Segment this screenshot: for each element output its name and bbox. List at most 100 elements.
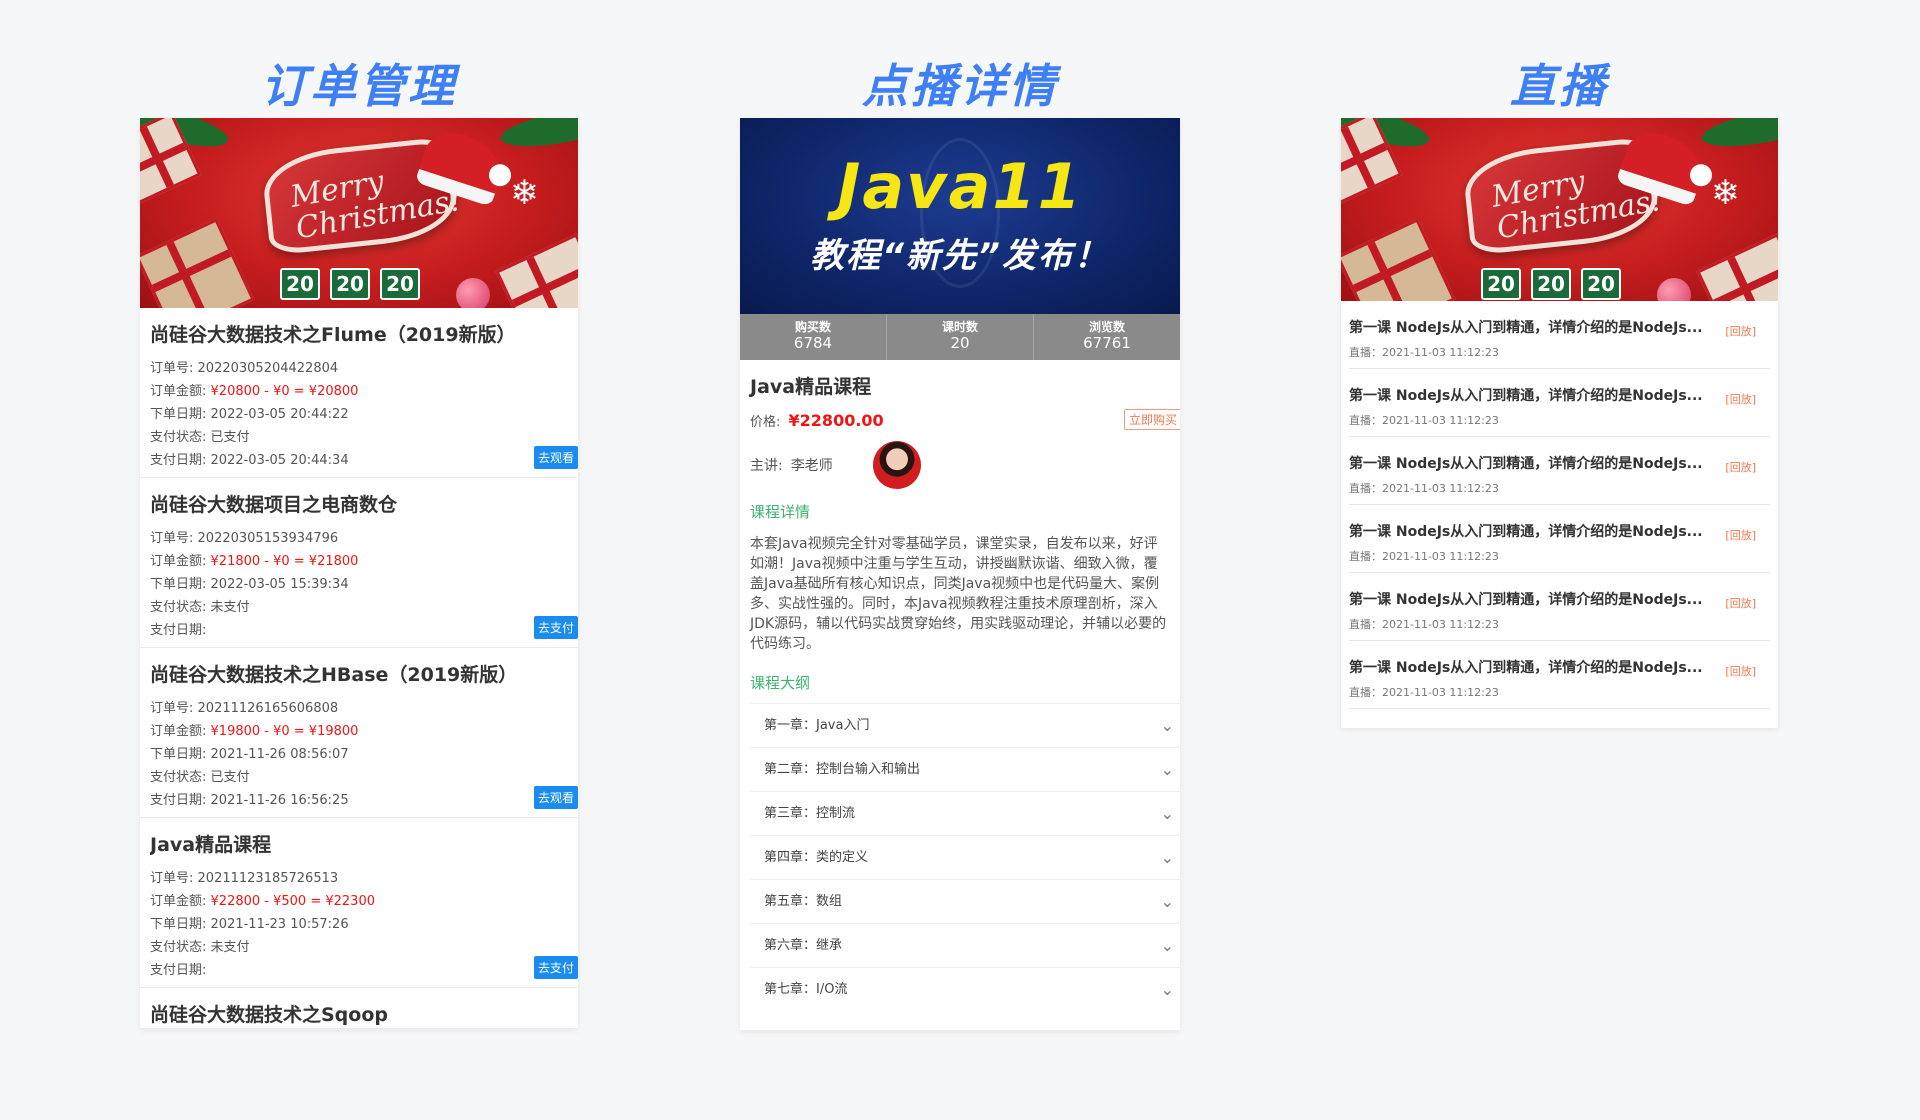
- order-number-label: 订单号:: [150, 871, 194, 886]
- chapter-item[interactable]: 第二章：控制台输入和输出 ⌄: [750, 747, 1180, 791]
- order-number: 20211126165606808: [197, 701, 339, 716]
- watch-button[interactable]: 去观看: [533, 446, 578, 469]
- live-title: 第一课 NodeJs从入门到精通，详情介绍的是NodeJs...: [1349, 592, 1703, 608]
- pay-button[interactable]: 去支付: [533, 956, 578, 979]
- chapter-item[interactable]: 第七章：I/O流 ⌄: [750, 967, 1180, 1011]
- order-number-row: 订单号: 20211123185726513: [150, 867, 568, 890]
- order-title: 尚硅谷大数据技术之Flume（2019新版）: [150, 324, 516, 346]
- pay-button[interactable]: 去支付: [533, 616, 578, 639]
- course-detail-heading: 课程详情: [750, 503, 811, 521]
- chapter-item[interactable]: 第五章：数组 ⌄: [750, 879, 1180, 923]
- live-title: 第一课 NodeJs从入门到精通，详情介绍的是NodeJs...: [1349, 320, 1703, 336]
- banner-tile: 20: [1481, 268, 1521, 300]
- order-amount-row: 订单金额: ¥19800 - ¥0 = ¥19800: [150, 720, 568, 743]
- order-amount-label: 订单金额:: [150, 724, 207, 739]
- order-date-label: 下单日期:: [150, 577, 207, 592]
- order-status-row: 支付状态: 未支付: [150, 596, 568, 619]
- order-number: 20211123185726513: [197, 871, 339, 886]
- gift-box-icon: [1696, 233, 1778, 301]
- course-outline-heading: 课程大纲: [750, 674, 811, 692]
- chevron-down-icon: ⌄: [1160, 848, 1174, 867]
- price-row: 价格: ¥22800.00 立即购买: [740, 399, 1180, 435]
- replay-tag[interactable]: [回放]: [1725, 391, 1756, 407]
- live-list: 第一课 NodeJs从入门到精通，详情介绍的是NodeJs... 直播：2021…: [1341, 301, 1778, 709]
- order-amount: ¥19800 - ¥0 = ¥19800: [210, 724, 359, 739]
- order-amount-row: 订单金额: ¥21800 - ¥0 = ¥21800: [150, 550, 568, 573]
- live-item[interactable]: 第一课 NodeJs从入门到精通，详情介绍的是NodeJs... 直播：2021…: [1349, 505, 1770, 573]
- orders-phone-screen: Merry Christmas! ❄ 20 20 20 尚硅谷大数据技术之Flum…: [140, 118, 578, 1028]
- live-title: 第一课 NodeJs从入门到精通，详情介绍的是NodeJs...: [1349, 456, 1703, 472]
- order-amount: ¥20800 - ¥0 = ¥20800: [210, 384, 359, 399]
- order-amount: ¥21800 - ¥0 = ¥21800: [210, 554, 359, 569]
- order-item: 尚硅谷大数据技术之HBase（2019新版） 订单号: 202111261656…: [140, 648, 578, 818]
- ornament-ball-icon: [456, 278, 490, 308]
- chapter-title: 第七章：I/O流: [764, 982, 848, 997]
- stat-label: 购买数: [794, 320, 831, 334]
- order-amount-row: 订单金额: ¥22800 - ¥500 = ¥22300: [150, 890, 568, 913]
- course-name: Java精品课程: [750, 376, 872, 398]
- live-time: 直播：2021-11-03 11:12:23: [1349, 482, 1499, 495]
- watch-button[interactable]: 去观看: [533, 786, 578, 809]
- stat-purchases: 购买数 6784: [740, 314, 887, 360]
- stat-value: 20: [950, 334, 970, 352]
- order-number-label: 订单号:: [150, 361, 194, 376]
- vod-phone-screen: Java11 教程“新先”发布！ 购买数 6784 课时数 20 浏览数 677…: [740, 118, 1180, 1030]
- replay-tag[interactable]: [回放]: [1725, 527, 1756, 543]
- order-pay-date-row: 支付日期:: [150, 959, 568, 982]
- live-item[interactable]: 第一课 NodeJs从入门到精通，详情介绍的是NodeJs... 直播：2021…: [1349, 573, 1770, 641]
- chapter-item[interactable]: 第四章：类的定义 ⌄: [750, 835, 1180, 879]
- order-number-row: 订单号: 20211126165606808: [150, 697, 568, 720]
- order-title: 尚硅谷大数据项目之电商数仓: [150, 494, 398, 516]
- order-status: 未支付: [210, 940, 250, 955]
- live-item[interactable]: 第一课 NodeJs从入门到精通，详情介绍的是NodeJs... 直播：2021…: [1349, 437, 1770, 505]
- chapter-item[interactable]: 第三章：控制流 ⌄: [750, 791, 1180, 835]
- chevron-down-icon: ⌄: [1160, 936, 1174, 955]
- order-pay-date-label: 支付日期:: [150, 453, 207, 468]
- live-phone-screen: Merry Christmas! ❄ 20 20 20 第一课 NodeJs从入门…: [1341, 118, 1778, 728]
- order-status: 已支付: [210, 430, 250, 445]
- snowflake-icon: ❄: [1711, 173, 1740, 213]
- christmas-banner[interactable]: Merry Christmas! ❄ 20 20 20: [140, 118, 578, 308]
- replay-tag[interactable]: [回放]: [1725, 459, 1756, 475]
- gift-box-icon: [1341, 218, 1456, 301]
- order-item: 尚硅谷大数据项目之电商数仓 订单号: 20220305153934796 订单金…: [140, 478, 578, 648]
- order-status-row: 支付状态: 未支付: [150, 936, 568, 959]
- chapter-item[interactable]: 第一章：Java入门 ⌄: [750, 703, 1180, 747]
- order-number-label: 订单号:: [150, 531, 194, 546]
- order-title: Java精品课程: [150, 834, 272, 856]
- live-item[interactable]: 第一课 NodeJs从入门到精通，详情介绍的是NodeJs... 直播：2021…: [1349, 369, 1770, 437]
- course-stats-bar: 购买数 6784 课时数 20 浏览数 67761: [740, 314, 1180, 360]
- chapter-title: 第三章：控制流: [764, 806, 856, 821]
- order-date: 2022-03-05 20:44:22: [210, 407, 349, 422]
- order-pay-date: 2022-03-05 20:44:34: [210, 453, 349, 468]
- order-pay-date-label: 支付日期:: [150, 623, 207, 638]
- chevron-down-icon: ⌄: [1160, 760, 1174, 779]
- course-description: 本套Java视频完全针对零基础学员，课堂实录，自发布以来，好评如潮！Java视频…: [750, 536, 1167, 652]
- order-pay-date-row: 支付日期: 2021-11-26 16:56:25: [150, 789, 568, 812]
- live-section-title: 直播: [1510, 59, 1608, 113]
- chevron-down-icon: ⌄: [1160, 980, 1174, 999]
- live-title: 第一课 NodeJs从入门到精通，详情介绍的是NodeJs...: [1349, 524, 1703, 540]
- chapter-title: 第一章：Java入门: [764, 718, 870, 733]
- buy-now-button[interactable]: 立即购买: [1123, 409, 1180, 430]
- banner-tiles: 20 20 20: [280, 268, 420, 300]
- replay-tag[interactable]: [回放]: [1725, 663, 1756, 679]
- order-date-row: 下单日期: 2021-11-26 08:56:07: [150, 743, 568, 766]
- chapter-item[interactable]: 第六章：继承 ⌄: [750, 923, 1180, 967]
- stat-views: 浏览数 67761: [1034, 314, 1180, 360]
- course-cover-banner: Java11 教程“新先”发布！: [740, 118, 1180, 314]
- replay-tag[interactable]: [回放]: [1725, 323, 1756, 339]
- holly-leaf-icon: [1699, 118, 1778, 154]
- live-item[interactable]: 第一课 NodeJs从入门到精通，详情介绍的是NodeJs... 直播：2021…: [1349, 641, 1770, 709]
- stat-value: 67761: [1083, 334, 1131, 352]
- order-date-label: 下单日期:: [150, 747, 207, 762]
- order-date-label: 下单日期:: [150, 917, 207, 932]
- live-item[interactable]: 第一课 NodeJs从入门到精通，详情介绍的是NodeJs... 直播：2021…: [1349, 301, 1770, 369]
- christmas-banner[interactable]: Merry Christmas! ❄ 20 20 20: [1341, 118, 1778, 301]
- chapter-title: 第五章：数组: [764, 894, 843, 909]
- teacher-row: 主讲: 李老师: [740, 435, 1180, 491]
- chevron-down-icon: ⌄: [1160, 892, 1174, 911]
- replay-tag[interactable]: [回放]: [1725, 595, 1756, 611]
- snowflake-icon: ❄: [510, 173, 539, 213]
- chapter-title: 第二章：控制台输入和输出: [764, 762, 921, 777]
